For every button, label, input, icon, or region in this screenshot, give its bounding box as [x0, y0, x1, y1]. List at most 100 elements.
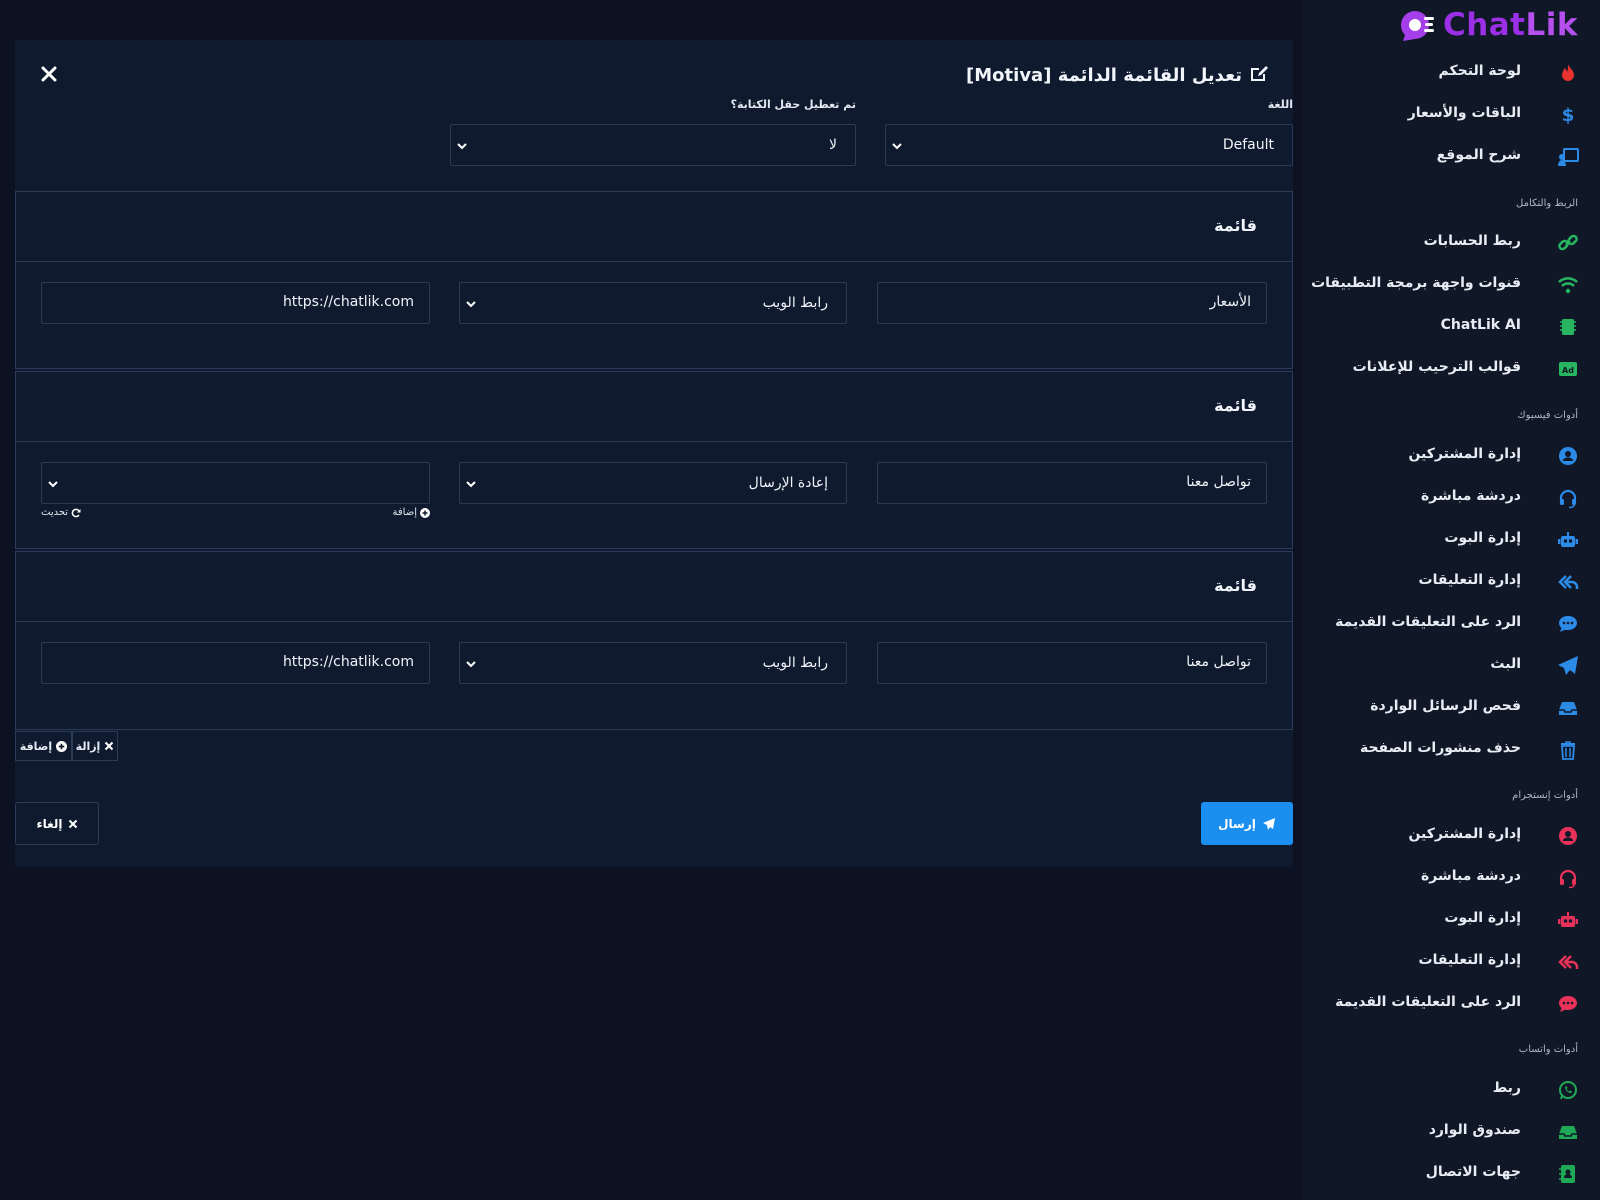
add-postback-link[interactable]: إضافة [393, 507, 430, 518]
typing-disabled-label: تم تعطيل حقل الكتابة؟ [730, 98, 856, 111]
menu-card-2: قائمة تواصل معنا إعادة الإرسال إضافة تحد… [15, 371, 1293, 549]
times-icon [105, 741, 114, 751]
comment-dots-icon [1556, 992, 1580, 1016]
ad-icon: Ad [1556, 357, 1580, 381]
sidebar-item[interactable]: إدارة التعليقات [1302, 561, 1600, 603]
menu-item-type-select[interactable]: رابط الويب [459, 642, 847, 684]
chip-icon [1556, 315, 1580, 339]
sidebar-item[interactable]: إدارة المشتركين [1302, 815, 1600, 857]
modal-title-text: تعديل القائمة الدائمة [Motiva] [966, 65, 1242, 86]
menu-card-header: قائمة [16, 552, 1292, 622]
refresh-postback-link[interactable]: تحديث [41, 507, 81, 518]
reply-all-icon [1556, 950, 1580, 974]
send-label: إرسال [1218, 816, 1256, 831]
svg-text:Ad: Ad [1562, 366, 1574, 375]
menu-item-text-field[interactable]: الأسعار [877, 282, 1267, 324]
wifi-icon [1556, 273, 1580, 297]
language-select[interactable]: Default [885, 124, 1293, 166]
sidebar-item-label: دردشة مباشرة [1421, 488, 1521, 504]
menu-item-url-field[interactable]: https://chatlik.com [41, 642, 430, 684]
sidebar-item[interactable]: $ الباقات والأسعار [1302, 94, 1600, 136]
sidebar-item[interactable]: إدارة المشتركين [1302, 435, 1600, 477]
comment-dots-icon [1556, 612, 1580, 636]
menu-item-type-select[interactable]: رابط الويب [459, 282, 847, 324]
refresh-postback-label: تحديث [41, 507, 69, 518]
robot-icon [1556, 908, 1580, 932]
sidebar-item[interactable]: جهات الاتصال [1302, 1153, 1600, 1195]
menu-item-type-value: رابط الويب [762, 295, 828, 311]
user-circle-icon [1556, 824, 1580, 848]
sidebar-item-label: فحص الرسائل الواردة [1370, 698, 1521, 714]
menu-item-text-field[interactable]: تواصل معنا [877, 462, 1267, 504]
add-menu-label: إضافة [19, 739, 53, 753]
sidebar-item[interactable]: ربط الحسابات [1302, 222, 1600, 264]
menu-item-text-value: تواصل معنا [1186, 654, 1251, 670]
sidebar-section-heading: أدوات إنستجرام [1512, 790, 1578, 801]
sidebar-section-heading: أدوات واتساب [1518, 1044, 1578, 1055]
send-button[interactable]: إرسال [1201, 802, 1293, 845]
link-icon [1556, 231, 1580, 255]
menu-item-text-field[interactable]: تواصل معنا [877, 642, 1267, 684]
sidebar-item[interactable]: شرح الموقع [1302, 136, 1600, 178]
close-icon [41, 66, 57, 82]
sidebar-item[interactable]: قنوات واجهة برمجة التطبيقات [1302, 264, 1600, 306]
headset-icon [1556, 866, 1580, 890]
sidebar-item-label: إدارة التعليقات [1418, 572, 1521, 588]
sidebar-item[interactable]: صندوق الوارد [1302, 1111, 1600, 1153]
menu-card-header: قائمة [16, 192, 1292, 262]
sidebar-item[interactable]: الرد على التعليقات القديمة [1302, 603, 1600, 645]
sidebar-item[interactable]: البث [1302, 645, 1600, 687]
fire-icon [1556, 61, 1580, 85]
sidebar-item-label: إدارة المشتركين [1408, 446, 1521, 462]
modal-title: تعديل القائمة الدائمة [Motiva] [966, 64, 1269, 87]
add-menu-button[interactable]: إضافة [15, 731, 72, 761]
sidebar-item-label: الرد على التعليقات القديمة [1335, 994, 1521, 1010]
menu-item-text-value: الأسعار [1209, 294, 1251, 310]
sidebar-item[interactable]: إدارة البوت [1302, 519, 1600, 561]
chevron-down-icon [892, 143, 902, 150]
plus-circle-icon [56, 740, 68, 752]
times-icon [68, 819, 77, 828]
typing-disabled-select[interactable]: لا [450, 124, 856, 166]
sidebar-item-label: البث [1490, 656, 1521, 672]
sidebar-item[interactable]: فحص الرسائل الواردة [1302, 687, 1600, 729]
sidebar-item-label: إدارة البوت [1444, 530, 1521, 546]
sidebar-item[interactable]: ربط [1302, 1069, 1600, 1111]
menu-item-url-field[interactable]: https://chatlik.com [41, 282, 430, 324]
headset-icon [1556, 486, 1580, 510]
brand-logo[interactable]: ChatLik [1397, 6, 1578, 44]
sidebar-item[interactable]: لوحة التحكم [1302, 52, 1600, 94]
sidebar-item[interactable]: حذف منشورات الصفحة [1302, 729, 1600, 771]
menu-card-header: قائمة [16, 372, 1292, 442]
robot-icon [1556, 528, 1580, 552]
menu-item-text-value: تواصل معنا [1186, 474, 1251, 490]
cancel-button[interactable]: إلغاء [15, 802, 99, 845]
sidebar-item[interactable]: دردشة مباشرة [1302, 857, 1600, 899]
menu-item-type-select[interactable]: إعادة الإرسال [459, 462, 847, 504]
sidebar-item[interactable]: Ad قوالب الترحيب للإعلانات [1302, 348, 1600, 390]
chevron-down-icon [466, 481, 476, 488]
user-circle-icon [1556, 444, 1580, 468]
remove-menu-button[interactable]: إزالة [72, 731, 118, 761]
sidebar-item[interactable]: إدارة البوت [1302, 899, 1600, 941]
sidebar-item-label: الباقات والأسعار [1407, 105, 1521, 121]
sidebar-item-label: لوحة التحكم [1438, 63, 1521, 79]
add-postback-label: إضافة [392, 507, 417, 518]
paper-plane-icon [1556, 654, 1580, 678]
sidebar-item[interactable]: ChatLik AI [1302, 306, 1600, 348]
whatsapp-icon [1556, 1078, 1580, 1102]
inbox-icon [1556, 696, 1580, 720]
sidebar-item[interactable]: إدارة التعليقات [1302, 941, 1600, 983]
sidebar-item-label: الرد على التعليقات القديمة [1335, 614, 1521, 630]
sidebar-item[interactable]: الرد على التعليقات القديمة [1302, 983, 1600, 1025]
chevron-down-icon [466, 301, 476, 308]
sidebar-item-label: إدارة البوت [1444, 910, 1521, 926]
postback-select[interactable] [41, 462, 430, 504]
menu-item-url-value: https://chatlik.com [282, 654, 414, 670]
close-button[interactable] [37, 62, 61, 86]
trash-icon [1556, 738, 1580, 762]
sidebar-item[interactable]: دردشة مباشرة [1302, 477, 1600, 519]
typing-disabled-value: لا [829, 137, 837, 153]
menu-card-title: قائمة [1214, 576, 1257, 595]
sidebar-item-label: قوالب الترحيب للإعلانات [1352, 359, 1521, 375]
